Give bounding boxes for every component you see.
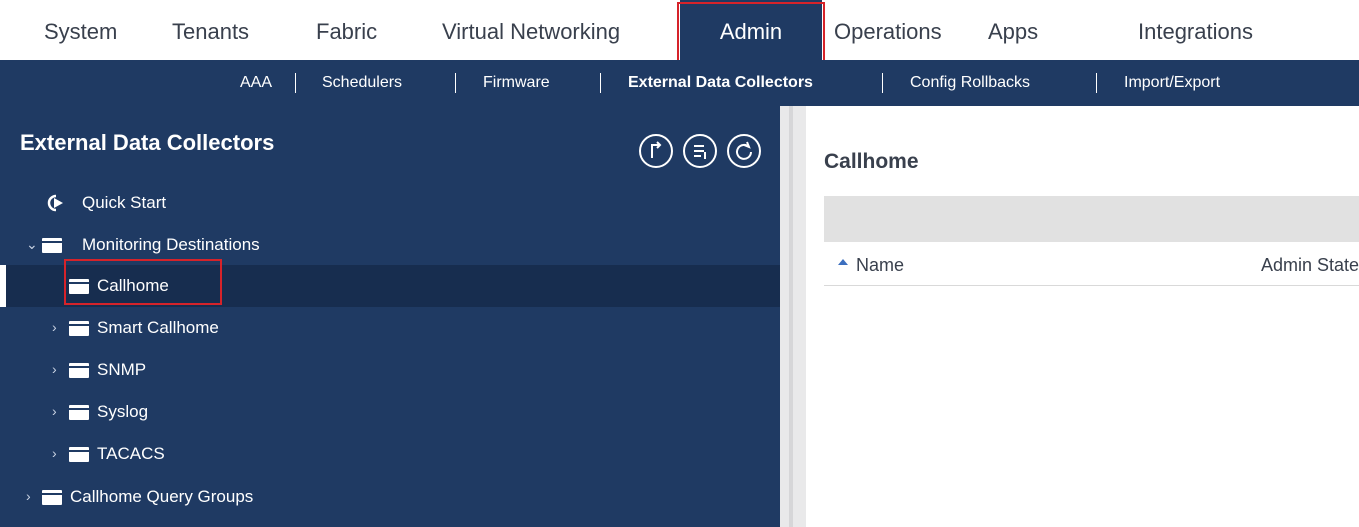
selection-indicator <box>0 265 6 307</box>
chevron-right-icon[interactable]: › <box>52 445 57 461</box>
subtab-external-data-collectors[interactable]: External Data Collectors <box>628 60 813 106</box>
page-title: Callhome <box>824 150 919 173</box>
tree-item-snmp[interactable]: › SNMP <box>0 349 780 391</box>
folder-icon <box>42 238 62 253</box>
subtab-config-rollbacks[interactable]: Config Rollbacks <box>910 60 1030 106</box>
subtab-import-export[interactable]: Import/Export <box>1124 60 1220 106</box>
quick-start-icon <box>47 194 63 212</box>
top-tab-bar: System Tenants Fabric Virtual Networking… <box>0 0 1359 60</box>
tree-item-smart-callhome[interactable]: › Smart Callhome <box>0 307 780 349</box>
tab-admin[interactable]: Admin <box>680 0 822 60</box>
folder-icon <box>69 363 89 378</box>
column-header-name[interactable]: Name <box>856 255 904 276</box>
collapse-up-icon-glyph <box>651 141 662 158</box>
tab-tenants[interactable]: Tenants <box>172 0 249 60</box>
chevron-down-icon[interactable]: ⌄ <box>26 236 38 253</box>
table-header: Name Admin State <box>824 242 1359 286</box>
filter-list-icon[interactable] <box>683 134 717 168</box>
subtab-separator <box>600 73 601 93</box>
chevron-right-icon[interactable]: › <box>26 488 31 504</box>
tree-item-label: Callhome Query Groups <box>70 487 254 506</box>
tree-item-tacacs[interactable]: › TACACS <box>0 433 780 475</box>
tree-item-callhome[interactable]: Callhome <box>0 265 780 307</box>
column-header-admin-state[interactable]: Admin State <box>1261 255 1359 276</box>
sort-ascending-icon[interactable] <box>838 259 848 265</box>
chevron-right-icon[interactable]: › <box>52 319 57 335</box>
tree-item-syslog[interactable]: › Syslog <box>0 391 780 433</box>
folder-icon <box>42 490 62 505</box>
tab-system[interactable]: System <box>44 0 117 60</box>
tree-item-label: Smart Callhome <box>97 318 219 337</box>
subtab-separator <box>882 73 883 93</box>
tree-item-quick-start[interactable]: Quick Start <box>0 182 780 224</box>
chevron-right-icon[interactable]: › <box>52 361 57 377</box>
collapse-up-icon[interactable] <box>639 134 673 168</box>
content-panel: Callhome Name Admin State <box>806 106 1359 527</box>
filter-list-icon-glyph <box>694 145 706 159</box>
table-toolbar <box>824 196 1359 242</box>
tab-apps[interactable]: Apps <box>988 0 1038 60</box>
subtab-aaa[interactable]: AAA <box>240 60 272 106</box>
tree-item-monitoring-destinations[interactable]: ⌄ Monitoring Destinations <box>0 224 780 266</box>
tree-item-label: Monitoring Destinations <box>82 235 260 254</box>
tree-item-callhome-query-groups[interactable]: › Callhome Query Groups <box>0 476 780 518</box>
tree-item-label: SNMP <box>97 360 147 379</box>
tab-fabric[interactable]: Fabric <box>316 0 377 60</box>
left-nav-panel: External Data Collectors Quick Start ⌄ M… <box>0 106 780 527</box>
subtab-schedulers[interactable]: Schedulers <box>322 60 402 106</box>
sub-tab-bar: AAA Schedulers Firmware External Data Co… <box>0 60 1359 106</box>
refresh-icon-glyph <box>736 141 752 160</box>
folder-icon <box>69 405 89 420</box>
subtab-separator <box>1096 73 1097 93</box>
left-panel-title: External Data Collectors <box>20 130 275 155</box>
tab-integrations[interactable]: Integrations <box>1138 0 1253 60</box>
folder-icon <box>69 321 89 336</box>
subtab-separator <box>295 73 296 93</box>
subtab-separator <box>455 73 456 93</box>
refresh-icon[interactable] <box>727 134 761 168</box>
tree-item-label: Syslog <box>97 402 149 421</box>
tree-item-label: TACACS <box>97 444 165 463</box>
tab-operations[interactable]: Operations <box>834 0 942 60</box>
tree-item-label: Quick Start <box>82 193 167 212</box>
panel-splitter[interactable] <box>780 106 806 527</box>
tree-item-label: Callhome <box>97 276 169 295</box>
folder-icon <box>69 279 89 294</box>
folder-icon <box>69 447 89 462</box>
chevron-right-icon[interactable]: › <box>52 403 57 419</box>
panel-splitter-handle[interactable] <box>789 106 793 527</box>
subtab-firmware[interactable]: Firmware <box>483 60 550 106</box>
tab-virtual-networking[interactable]: Virtual Networking <box>442 0 620 60</box>
